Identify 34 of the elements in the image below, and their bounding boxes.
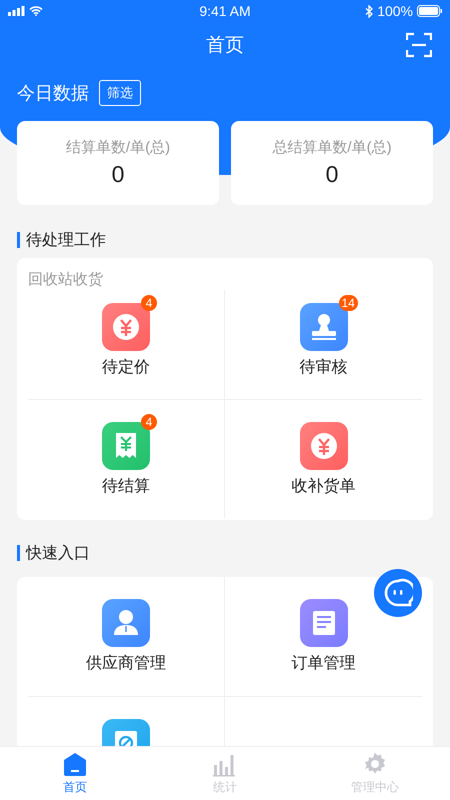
wifi-icon bbox=[29, 6, 43, 16]
section-title: 快速入口 bbox=[26, 544, 90, 564]
person-icon bbox=[102, 599, 150, 647]
battery-percent: 100% bbox=[377, 3, 413, 19]
stat-value: 0 bbox=[326, 161, 338, 188]
section-title: 待处理工作 bbox=[26, 230, 106, 250]
signal-icon bbox=[8, 6, 25, 16]
shortcut-tile[interactable]: 供应商管理 bbox=[28, 577, 225, 696]
stat-value: 0 bbox=[112, 161, 124, 188]
stat-label: 总结算单数/单(总) bbox=[272, 138, 392, 157]
count-badge: 4 bbox=[141, 414, 157, 430]
section-marker bbox=[17, 545, 20, 561]
shortcut-tile[interactable]: 收补货单 bbox=[225, 399, 422, 518]
group-subtitle: 回收站收货 bbox=[28, 270, 104, 290]
bluetooth-icon bbox=[365, 4, 374, 18]
count-badge: 14 bbox=[338, 295, 358, 311]
shortcut-tile[interactable]: 订单管理 bbox=[225, 577, 422, 696]
section-marker bbox=[17, 232, 20, 248]
tab-item[interactable]: 首页 bbox=[0, 747, 150, 800]
today-data-title: 今日数据 bbox=[17, 82, 89, 105]
stat-label: 结算单数/单(总) bbox=[66, 138, 170, 157]
chat-bubble-icon bbox=[383, 578, 413, 608]
shortcut-tile[interactable]: 14 待审核 bbox=[225, 290, 422, 399]
battery-icon bbox=[417, 5, 442, 17]
home-icon bbox=[62, 751, 88, 777]
document-icon bbox=[300, 599, 348, 647]
scan-icon[interactable] bbox=[406, 32, 432, 58]
count-badge: 4 bbox=[141, 295, 157, 311]
yuan-coin-icon bbox=[300, 422, 348, 470]
filter-button[interactable]: 筛选 bbox=[99, 80, 141, 106]
shortcut-tile[interactable]: 4 待定价 bbox=[28, 290, 225, 399]
shortcut-tile[interactable]: 4 待结算 bbox=[28, 399, 225, 518]
status-time: 9:41 AM bbox=[199, 3, 251, 19]
page-title: 首页 bbox=[206, 34, 244, 58]
